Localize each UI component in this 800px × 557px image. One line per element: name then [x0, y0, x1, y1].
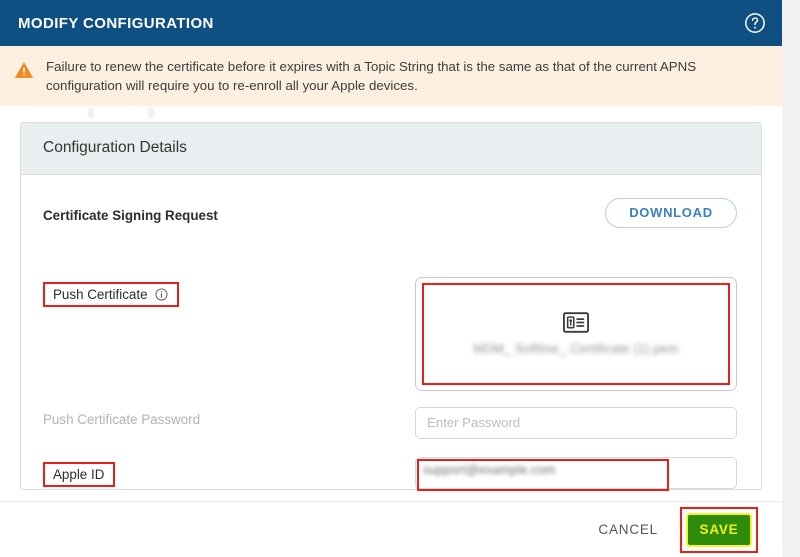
row-certificate-signing-request: Certificate Signing Request DOWNLOAD	[43, 193, 737, 233]
warning-banner-text: Failure to renew the certificate before …	[46, 59, 697, 94]
csr-field: DOWNLOAD	[415, 197, 737, 228]
help-circle-icon[interactable]	[744, 12, 766, 34]
cancel-button[interactable]: CANCEL	[594, 516, 662, 543]
info-circle-icon[interactable]	[155, 288, 168, 301]
apple-id-field: support@example.com	[415, 456, 737, 491]
push-certificate-password-input[interactable]	[415, 406, 737, 439]
push-certificate-label: Push Certificate	[53, 286, 148, 302]
uploaded-file-name: MDM_ Softline_ Certificate (1).pem	[473, 341, 679, 356]
configuration-details-card: Configuration Details Certificate Signin…	[20, 121, 762, 491]
apple-id-annotation: Apple ID	[43, 461, 116, 487]
row-push-certificate: Push Certificate MDM_ Softline_ Certific…	[43, 276, 737, 391]
save-button[interactable]: SAVE	[686, 512, 752, 547]
push-certificate-label-cell: Push Certificate	[43, 277, 415, 307]
row-push-certificate-password: Push Certificate Password	[43, 406, 737, 441]
warning-triangle-icon	[14, 57, 34, 85]
card-title: Configuration Details	[43, 139, 187, 157]
csr-label: Certificate Signing Request	[43, 207, 218, 223]
card-body: Certificate Signing Request DOWNLOAD Pus…	[21, 175, 761, 501]
save-button-annotation: SAVE	[680, 506, 758, 553]
card-header: Configuration Details	[21, 122, 761, 175]
clipped-text-row	[28, 107, 328, 118]
dialog-title: MODIFY CONFIGURATION	[18, 14, 214, 32]
warning-banner: Failure to renew the certificate before …	[0, 46, 782, 106]
push-certificate-dropzone[interactable]: MDM_ Softline_ Certificate (1).pem	[415, 276, 737, 391]
row-apple-id: Apple ID support@example.com	[43, 456, 737, 491]
push-certificate-password-field	[415, 406, 737, 439]
apple-id-label-cell: Apple ID	[43, 457, 415, 487]
dialog-body: Configuration Details Certificate Signin…	[0, 105, 782, 501]
push-certificate-dropzone-annotation	[422, 282, 730, 385]
dialog-titlebar: MODIFY CONFIGURATION	[0, 0, 782, 46]
dialog-footer: CANCEL SAVE	[0, 501, 782, 557]
push-certificate-annotation: Push Certificate	[43, 281, 179, 307]
modify-configuration-dialog: MODIFY CONFIGURATION Failure to renew th…	[0, 0, 782, 557]
screen: MODIFY CONFIGURATION Failure to renew th…	[0, 0, 800, 557]
download-button[interactable]: DOWNLOAD	[605, 197, 737, 228]
certificate-card-icon	[563, 311, 589, 333]
push-certificate-field: MDM_ Softline_ Certificate (1).pem	[415, 276, 737, 391]
apple-id-value: support@example.com	[423, 462, 556, 477]
apple-id-label: Apple ID	[53, 466, 105, 482]
push-certificate-password-label: Push Certificate Password	[43, 411, 201, 427]
